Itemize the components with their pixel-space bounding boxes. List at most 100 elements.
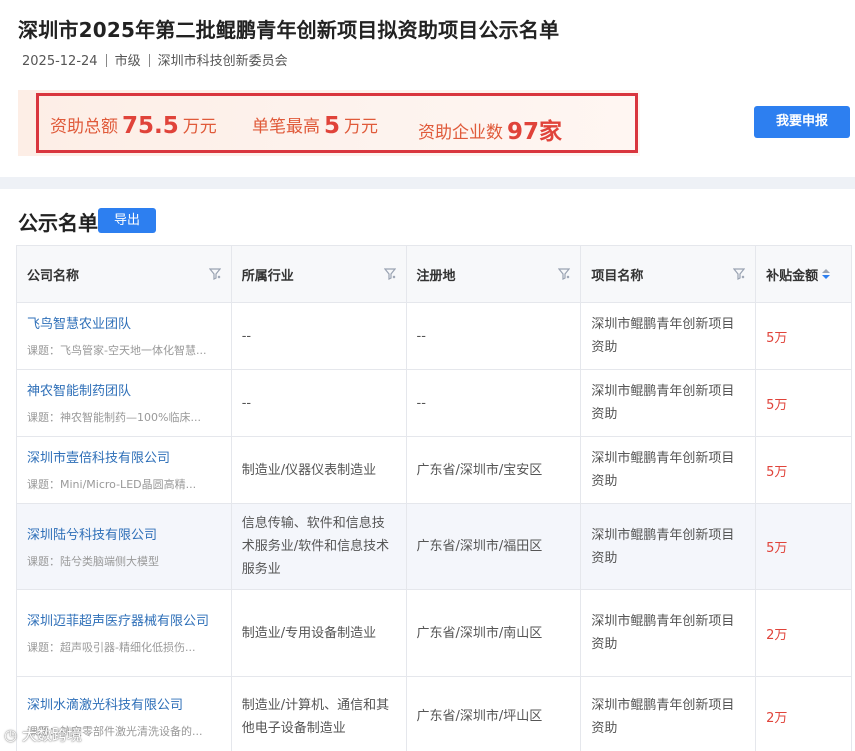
project-text: 深圳市鲲鹏青年创新项目资助: [591, 527, 735, 566]
project-cell: 深圳市鲲鹏青年创新项目资助: [581, 370, 757, 436]
region-text: --: [416, 328, 426, 344]
column-header-label: 公司名称: [27, 268, 80, 284]
table-row: 深圳迈菲超声医疗器械有限公司 课题：超声吸引器-精细化低损伤... 制造业/专用…: [17, 590, 853, 677]
filter-icon[interactable]: [383, 268, 396, 280]
summary-highlight-frame: 资助总额 75.5 万元 单笔最高 5 万元 资助企业数 97家: [36, 93, 638, 153]
company-count-value: 97家: [507, 119, 563, 145]
watermark-logo-icon: ◷: [4, 726, 22, 744]
industry-text: --: [241, 395, 252, 411]
column-header-label: 注册地: [416, 268, 456, 284]
project-text: 深圳市鲲鹏青年创新项目资助: [591, 384, 735, 422]
list-title: 公示名单: [18, 211, 98, 235]
column-header-project[interactable]: 项目名称: [581, 246, 757, 302]
subject-text: 课题：陆兮类脑端侧大模型: [27, 554, 159, 568]
industry-cell: 制造业/专用设备制造业: [232, 590, 407, 676]
apply-button[interactable]: 我要申报: [754, 106, 850, 138]
export-button[interactable]: 导出: [98, 208, 156, 233]
amount-text: 2万: [766, 711, 788, 726]
project-cell: 深圳市鲲鹏青年创新项目资助: [581, 437, 757, 503]
max-amount-value: 5: [324, 113, 341, 139]
region-text: 广东省/深圳市/南山区: [416, 625, 543, 641]
subject-text: 课题：Mini/Micro-LED晶圆高精...: [27, 478, 197, 491]
column-header-label: 项目名称: [591, 268, 644, 284]
company-link[interactable]: 神农智能制药团队: [27, 381, 221, 403]
filter-icon[interactable]: [733, 268, 746, 280]
total-amount-unit: 万元: [182, 117, 217, 137]
company-link[interactable]: 深圳市壹倍科技有限公司: [27, 448, 221, 470]
meta-divider: [105, 54, 107, 67]
subject-text: 课题：神农智能制药—100%临床...: [27, 411, 201, 424]
table-row: 神农智能制药团队 课题：神农智能制药—100%临床... -- -- 深圳市鲲鹏…: [17, 370, 853, 437]
filter-icon[interactable]: [208, 268, 221, 280]
project-text: 深圳市鲲鹏青年创新项目资助: [591, 317, 735, 355]
project-cell: 深圳市鲲鹏青年创新项目资助: [581, 504, 757, 589]
total-amount-value: 75.5: [122, 113, 179, 139]
company-cell: 深圳迈菲超声医疗器械有限公司 课题：超声吸引器-精细化低损伤...: [17, 590, 232, 676]
industry-cell: --: [232, 370, 407, 436]
region-text: 广东省/深圳市/坪山区: [416, 709, 543, 724]
max-amount: 单笔最高 5 万元: [252, 112, 378, 139]
company-count-label: 资助企业数: [418, 123, 503, 143]
amount-cell: 5万: [756, 370, 853, 436]
company-link[interactable]: 深圳迈菲超声医疗器械有限公司: [27, 611, 221, 633]
column-header-amount[interactable]: 补贴金额: [756, 246, 853, 302]
max-amount-label: 单笔最高: [252, 117, 320, 137]
project-text: 深圳市鲲鹏青年创新项目资助: [591, 451, 735, 489]
page-title: 深圳市2025年第二批鲲鹏青年创新项目拟资助项目公示名单: [18, 18, 560, 42]
column-header-industry[interactable]: 所属行业: [232, 246, 407, 302]
section-divider: [0, 177, 855, 189]
region-cell: --: [407, 303, 582, 369]
publish-date: 2025-12-24: [22, 54, 98, 69]
sort-icon[interactable]: [822, 269, 831, 279]
industry-text: --: [241, 328, 252, 344]
project-cell: 深圳市鲲鹏青年创新项目资助: [581, 590, 757, 676]
table-row: 深圳水滴激光科技有限公司 课题：航空零部件激光清洗设备的... 制造业/计算机、…: [17, 677, 853, 751]
table-row: 飞鸟智慧农业团队 课题：飞鸟管家-空天地一体化智慧... -- -- 深圳市鲲鹏…: [17, 303, 853, 370]
column-header-region[interactable]: 注册地: [407, 246, 582, 302]
region-text: --: [416, 395, 426, 411]
watermark-text: 大数跨境: [21, 726, 82, 744]
max-amount-unit: 万元: [344, 117, 379, 137]
column-header-label: 所属行业: [241, 268, 294, 284]
company-link[interactable]: 深圳水滴激光科技有限公司: [27, 695, 221, 717]
level-tag: 市级: [114, 54, 141, 69]
project-cell: 深圳市鲲鹏青年创新项目资助: [581, 303, 757, 369]
industry-text: 信息传输、软件和信息技术服务业/软件和信息技术服务业: [241, 516, 390, 577]
page-header: 深圳市2025年第二批鲲鹏青年创新项目拟资助项目公示名单 2025-12-24 市…: [0, 0, 855, 177]
region-cell: 广东省/深圳市/南山区: [407, 590, 582, 676]
column-header-label: 补贴金额: [766, 268, 819, 284]
department-name: 深圳市科技创新委员会: [157, 54, 288, 69]
industry-text: 制造业/专用设备制造业: [241, 625, 377, 641]
amount-cell: 2万: [756, 590, 853, 676]
watermark: ◷ 大数跨境: [4, 724, 82, 745]
total-amount-label: 资助总额: [50, 117, 118, 137]
amount-text: 5万: [766, 397, 788, 413]
industry-cell: 制造业/仪器仪表制造业: [232, 437, 407, 503]
company-cell: 深圳市壹倍科技有限公司 课题：Mini/Micro-LED晶圆高精...: [17, 437, 232, 503]
company-link[interactable]: 深圳陆兮科技有限公司: [27, 525, 221, 547]
column-header-company[interactable]: 公司名称: [17, 246, 232, 302]
company-link[interactable]: 飞鸟智慧农业团队: [27, 314, 221, 336]
subject-text: 课题：超声吸引器-精细化低损伤...: [27, 641, 196, 654]
region-cell: --: [407, 370, 582, 436]
amount-text: 2万: [766, 627, 788, 643]
amount-cell: 5万: [756, 437, 853, 503]
industry-cell: --: [232, 303, 407, 369]
project-text: 深圳市鲲鹏青年创新项目资助: [591, 614, 735, 652]
industry-text: 制造业/计算机、通信和其他电子设备制造业: [241, 697, 390, 736]
amount-text: 5万: [766, 464, 788, 480]
region-text: 广东省/深圳市/宝安区: [416, 462, 543, 478]
amount-cell: 5万: [756, 303, 853, 369]
total-amount: 资助总额 75.5 万元: [50, 112, 217, 139]
page-meta: 2025-12-24 市级 深圳市科技创新委员会: [22, 50, 288, 69]
meta-divider: [148, 54, 150, 67]
region-cell: 广东省/深圳市/宝安区: [407, 437, 582, 503]
company-cell: 飞鸟智慧农业团队 课题：飞鸟管家-空天地一体化智慧...: [17, 303, 232, 369]
filter-icon[interactable]: [558, 268, 571, 280]
table-row: 深圳陆兮科技有限公司 课题：陆兮类脑端侧大模型 信息传输、软件和信息技术服务业/…: [17, 504, 853, 590]
region-text: 广东省/深圳市/福田区: [416, 539, 543, 554]
region-cell: 广东省/深圳市/福田区: [407, 504, 582, 589]
project-cell: 深圳市鲲鹏青年创新项目资助: [581, 677, 757, 751]
amount-text: 5万: [766, 541, 788, 556]
company-cell: 神农智能制药团队 课题：神农智能制药—100%临床...: [17, 370, 232, 436]
